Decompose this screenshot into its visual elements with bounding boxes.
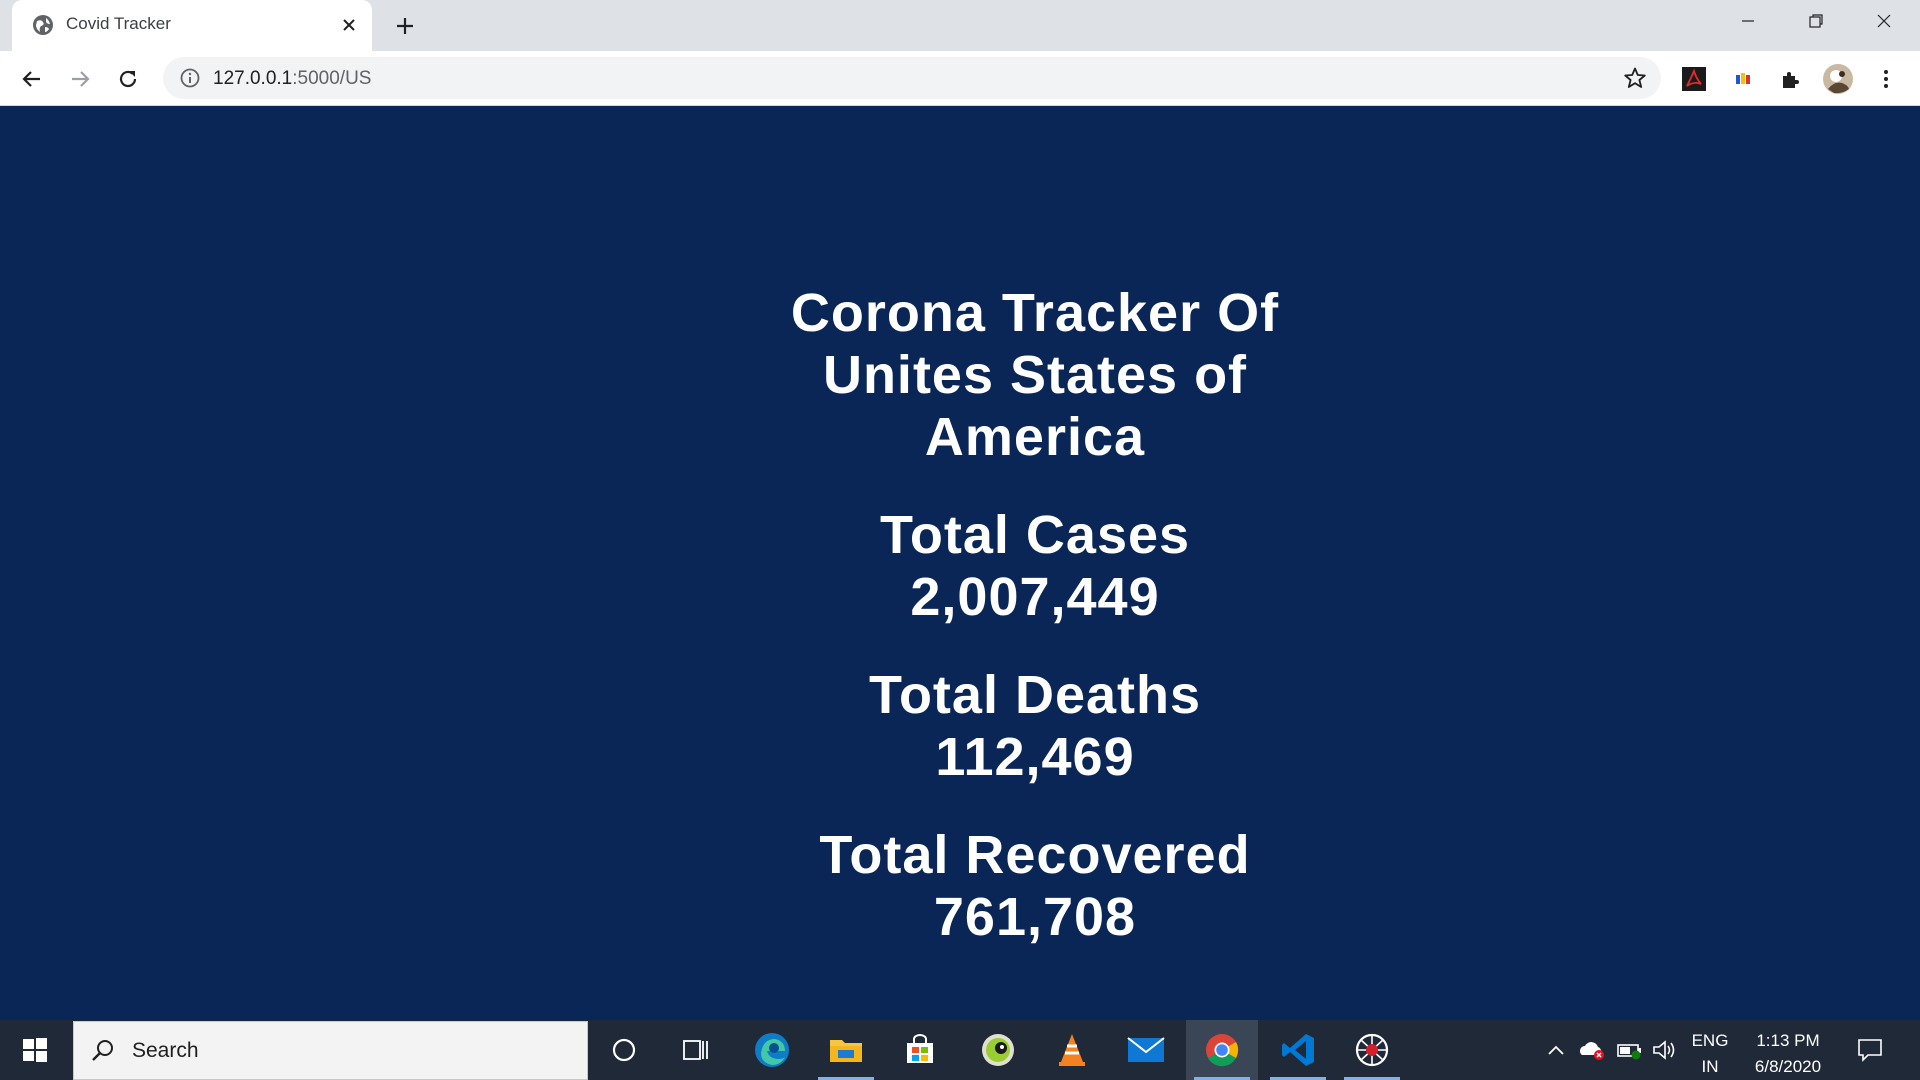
minimize-button[interactable] — [1714, 0, 1782, 42]
volume-tray[interactable] — [1650, 1020, 1680, 1080]
tab-close-button[interactable] — [336, 12, 362, 38]
color-extension-button[interactable] — [1727, 63, 1759, 95]
star-icon[interactable] — [1623, 66, 1647, 90]
stat-value: 112,469 — [935, 727, 1135, 787]
taskbar-file-explorer[interactable] — [810, 1020, 882, 1080]
action-center-button[interactable] — [1848, 1020, 1892, 1080]
edge-icon — [755, 1033, 789, 1067]
windows-logo-icon — [23, 1038, 47, 1062]
taskbar-vscode[interactable] — [1262, 1020, 1334, 1080]
notifications-icon — [1858, 1039, 1882, 1062]
close-icon — [1877, 14, 1891, 28]
browser-toolbar: 127.0.0.1:5000/US — [0, 51, 1920, 106]
url-host: 127.0.0.1 — [213, 68, 293, 89]
clock-time: 1:13 PM — [1756, 1031, 1820, 1050]
task-view-button[interactable] — [660, 1020, 732, 1080]
language-region: IN — [1701, 1057, 1719, 1076]
stat-total-deaths: Total Deaths 112,469 — [760, 664, 1310, 788]
onedrive-icon — [1580, 1042, 1604, 1060]
pdf-extension-icon — [1682, 67, 1706, 91]
stat-value: 761,708 — [933, 887, 1137, 947]
taskbar-store[interactable] — [884, 1020, 956, 1080]
tab-strip: Covid Tracker — [0, 0, 1920, 51]
minimize-icon — [1742, 20, 1754, 22]
chevron-up-icon — [1548, 1045, 1564, 1055]
language-indicator[interactable]: ENG IN — [1680, 1028, 1740, 1080]
close-window-button[interactable] — [1850, 0, 1918, 42]
stat-label: Total Recovered — [819, 825, 1251, 885]
extensions-button[interactable] — [1775, 63, 1807, 95]
vscode-icon — [1282, 1034, 1314, 1066]
chrome-icon — [1206, 1034, 1239, 1067]
profile-button[interactable] — [1822, 63, 1854, 95]
tab-covid-tracker[interactable]: Covid Tracker — [12, 0, 372, 51]
show-hidden-icons-button[interactable] — [1540, 1020, 1572, 1080]
stat-total-cases: Total Cases 2,007,449 — [760, 504, 1310, 628]
cortana-icon — [612, 1038, 636, 1062]
profile-avatar — [1823, 64, 1853, 94]
file-explorer-icon — [830, 1040, 862, 1062]
taskbar-edge[interactable] — [736, 1020, 808, 1080]
tab-title: Covid Tracker — [66, 14, 171, 33]
app-icon — [982, 1034, 1014, 1066]
web-icon — [1355, 1033, 1389, 1067]
info-icon[interactable] — [179, 67, 201, 89]
search-icon — [92, 1040, 113, 1061]
mail-icon — [1127, 1037, 1165, 1062]
back-button[interactable] — [16, 63, 48, 95]
store-icon — [907, 1034, 933, 1063]
close-icon — [343, 19, 355, 31]
reload-icon — [119, 70, 137, 88]
new-tab-button[interactable] — [390, 11, 420, 41]
taskbar-chrome[interactable] — [1186, 1020, 1258, 1080]
page-title: Corona Tracker Of Unites States of Ameri… — [790, 283, 1280, 467]
pdf-extension-button[interactable] — [1678, 63, 1710, 95]
task-view-icon — [683, 1040, 708, 1060]
language-code: ENG — [1691, 1031, 1729, 1050]
restore-button[interactable] — [1782, 0, 1850, 42]
volume-icon — [1653, 1040, 1675, 1060]
color-extension-icon — [1736, 73, 1750, 84]
vlc-icon — [1059, 1034, 1085, 1066]
onedrive-tray[interactable] — [1574, 1020, 1610, 1080]
taskbar-app[interactable] — [962, 1020, 1034, 1080]
forward-icon — [72, 71, 90, 87]
clock-date: 6/8/2020 — [1754, 1057, 1822, 1076]
forward-button[interactable] — [64, 63, 96, 95]
cortana-button[interactable] — [588, 1020, 660, 1080]
start-button[interactable] — [0, 1020, 70, 1080]
taskbar-web-app[interactable] — [1336, 1020, 1408, 1080]
address-bar[interactable]: 127.0.0.1:5000/US — [163, 57, 1661, 99]
puzzle-icon — [1783, 72, 1799, 88]
reload-button[interactable] — [112, 63, 144, 95]
page-viewport: Corona Tracker Of Unites States of Ameri… — [0, 106, 1920, 1020]
taskbar-search[interactable]: Search — [73, 1021, 588, 1080]
menu-icon — [1884, 70, 1888, 88]
search-placeholder: Search — [132, 1039, 199, 1062]
url-text: 127.0.0.1:5000/US — [213, 68, 371, 90]
tracker-content: Corona Tracker Of Unites States of Ameri… — [760, 282, 1310, 948]
url-path: :5000/US — [292, 68, 372, 89]
stat-label: Total Deaths — [868, 665, 1202, 725]
system-clock[interactable]: 1:13 PM 6/8/2020 — [1740, 1028, 1836, 1080]
browser-menu-button[interactable] — [1870, 63, 1902, 95]
screen: Covid Tracker 127.0.0.1:5000/US Corona T… — [0, 0, 1920, 1080]
globe-icon — [33, 15, 53, 35]
battery-tray[interactable] — [1612, 1020, 1648, 1080]
taskbar: Search ENG IN 1:13 PM 6/8/2020 — [0, 1020, 1920, 1080]
taskbar-vlc[interactable] — [1036, 1020, 1108, 1080]
stat-label: Total Cases — [879, 505, 1191, 565]
stat-total-recovered: Total Recovered 761,708 — [760, 824, 1310, 948]
taskbar-mail[interactable] — [1110, 1020, 1182, 1080]
restore-icon — [1809, 14, 1823, 28]
plus-icon — [397, 18, 413, 34]
stat-value: 2,007,449 — [910, 567, 1160, 627]
battery-icon — [1617, 1044, 1641, 1060]
back-icon — [22, 71, 40, 87]
